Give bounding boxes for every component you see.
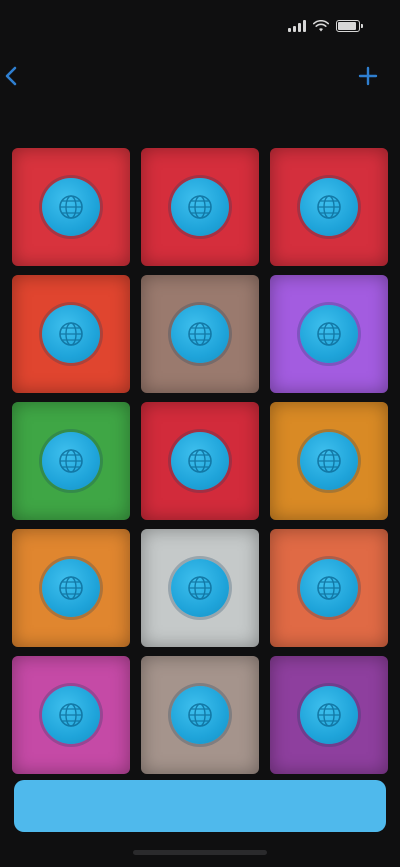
plus-icon [358,66,378,86]
grid-tile[interactable] [270,529,388,647]
globe-icon [300,305,358,363]
grid-tile[interactable] [270,656,388,774]
grid-tile[interactable] [270,148,388,266]
home-indicator [133,850,267,855]
back-button[interactable] [4,62,20,90]
grid-tile[interactable] [270,402,388,520]
grid-tile[interactable] [141,148,259,266]
chevron-left-icon [5,66,17,86]
globe-icon [42,686,100,744]
grid-tile[interactable] [12,656,130,774]
grid-tile[interactable] [12,402,130,520]
primary-button[interactable] [14,780,386,832]
wifi-icon [313,20,329,32]
grid-tile[interactable] [141,529,259,647]
grid-tile[interactable] [270,275,388,393]
globe-icon [42,305,100,363]
status-bar [0,0,400,52]
globe-icon [42,432,100,490]
grid-tile[interactable] [12,275,130,393]
globe-icon [300,559,358,617]
globe-icon [171,305,229,363]
icon-grid [12,148,388,774]
battery-icon [336,20,363,32]
grid-tile[interactable] [141,402,259,520]
globe-icon [171,432,229,490]
globe-icon [42,559,100,617]
status-icons [288,20,363,32]
grid-tile[interactable] [141,275,259,393]
globe-icon [42,178,100,236]
grid-tile[interactable] [12,148,130,266]
grid-tile[interactable] [12,529,130,647]
globe-icon [300,178,358,236]
signal-icon [288,20,306,32]
globe-icon [300,432,358,490]
add-button[interactable] [354,62,382,90]
globe-icon [171,559,229,617]
globe-icon [300,686,358,744]
battery-fill [338,22,356,30]
nav-bar [0,52,400,100]
grid-tile[interactable] [141,656,259,774]
globe-icon [171,178,229,236]
globe-icon [171,686,229,744]
